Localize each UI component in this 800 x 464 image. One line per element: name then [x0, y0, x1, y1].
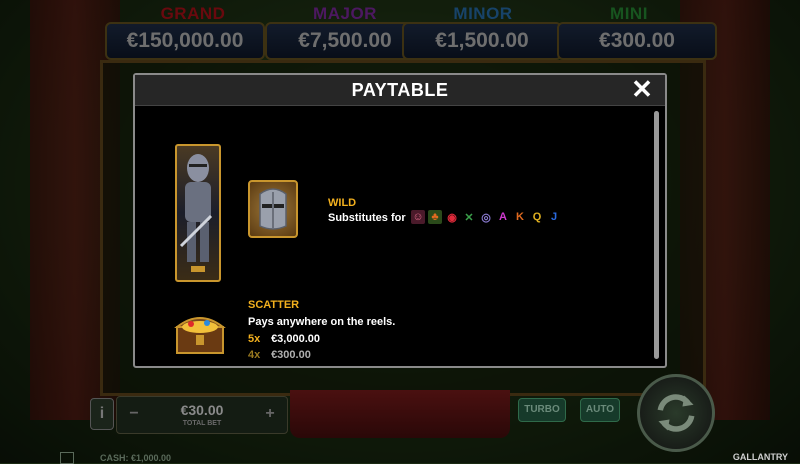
pay-value: €3,000.00	[271, 333, 320, 345]
close-icon[interactable]: ✕	[629, 76, 655, 102]
treasure-chest-scatter-icon	[171, 305, 229, 357]
paytable-content: WILD Substitutes for ☺ ♣ ◉ ✕ ◎ A K Q J S…	[135, 106, 649, 366]
scatter-title: SCATTER	[248, 299, 300, 311]
wild-title: WILD	[328, 197, 357, 209]
letter-j-icon: J	[550, 211, 558, 223]
pay-multiplier: 4x	[248, 349, 261, 361]
pay-value: €300.00	[271, 349, 311, 361]
modal-title: PAYTABLE	[351, 80, 449, 100]
cash-balance: CASH: €1,000.00	[100, 453, 172, 463]
wallet-icon	[60, 452, 74, 464]
auto-button[interactable]: AUTO	[580, 398, 620, 422]
info-button[interactable]: i	[90, 398, 114, 430]
ring-icon: ◎	[481, 211, 491, 224]
turbo-button[interactable]: TURBO	[518, 398, 566, 422]
scatter-description: Pays anywhere on the reels.	[248, 316, 396, 328]
scatter-pay-row: 5x €3,000.00	[248, 333, 320, 345]
paytable-modal: PAYTABLE ✕ WILD Substitutes for ☺ ♣ ◉ ✕ …	[133, 73, 667, 368]
win-display	[290, 390, 510, 438]
knight-wild-symbol-icon	[175, 144, 221, 282]
dragon-icon: ♣	[428, 210, 442, 224]
scroll-thumb[interactable]	[654, 111, 659, 359]
game-name: GALLANTRY	[732, 452, 788, 462]
bottom-bar: i − €30.00 TOTAL BET + TURBO AUTO CASH: …	[0, 374, 800, 464]
scatter-pay-row: 4x €300.00	[248, 349, 311, 361]
wild-substitutes-list: ☺ ♣ ◉ ✕ ◎ A K Q J	[411, 210, 561, 224]
pay-multiplier: 5x	[248, 333, 261, 345]
modal-header: PAYTABLE ✕	[135, 75, 665, 106]
helmet-wild-symbol-icon	[248, 180, 298, 238]
wild-description: Substitutes for	[328, 212, 406, 224]
scrollbar[interactable]	[654, 111, 659, 359]
bet-control: − €30.00 TOTAL BET +	[116, 396, 288, 434]
bet-plus-button[interactable]: +	[261, 405, 279, 423]
letter-k-icon: K	[516, 211, 524, 223]
lips-icon: ◉	[447, 211, 457, 224]
sword-icon: ✕	[464, 211, 474, 224]
princess-icon: ☺	[411, 210, 425, 224]
letter-a-icon: A	[499, 211, 507, 223]
spin-button[interactable]	[637, 374, 715, 452]
spin-arrows-icon	[657, 394, 695, 432]
letter-q-icon: Q	[532, 211, 542, 223]
